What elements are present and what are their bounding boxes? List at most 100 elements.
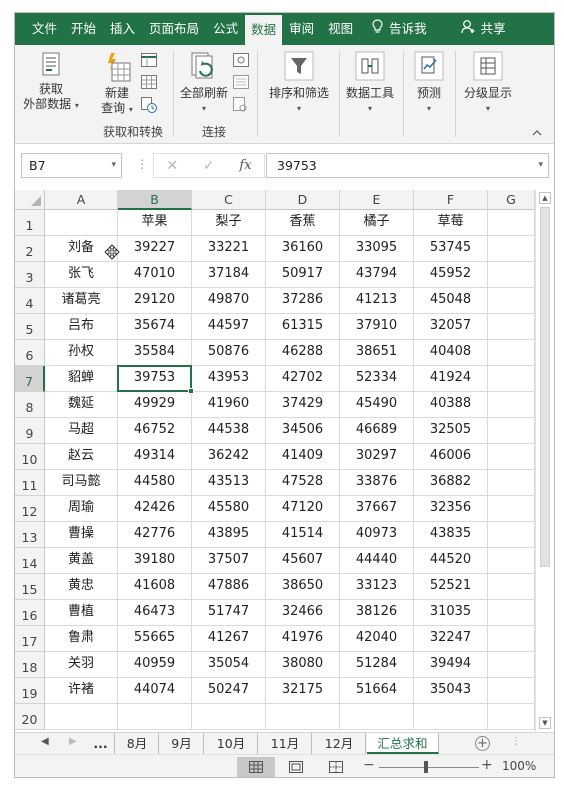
table-cell[interactable]: 46006 — [414, 444, 488, 470]
scroll-up-icon[interactable]: ▲ — [539, 192, 551, 204]
table-cell[interactable]: 37910 — [340, 314, 414, 340]
table-cell[interactable]: 41514 — [266, 522, 340, 548]
sheet-tab-dec[interactable]: 12月 — [313, 733, 366, 754]
table-cell[interactable]: 52521 — [414, 574, 488, 600]
row-header[interactable]: 18 — [15, 652, 45, 678]
table-cell[interactable]: 44520 — [414, 548, 488, 574]
row-header[interactable]: 17 — [15, 626, 45, 652]
data-tools-button[interactable]: 数据工具 ▾ — [342, 51, 398, 116]
table-cell[interactable] — [488, 470, 535, 496]
fill-handle[interactable] — [188, 388, 194, 394]
outline-button[interactable]: 分级显示 ▾ — [461, 51, 515, 116]
properties-icon[interactable] — [233, 75, 249, 92]
tab-view[interactable]: 视图 — [321, 13, 360, 45]
table-cell[interactable]: 黄忠 — [45, 574, 118, 600]
table-cell[interactable] — [488, 340, 535, 366]
tab-page-layout[interactable]: 页面布局 — [142, 13, 206, 45]
table-cell[interactable]: 46288 — [266, 340, 340, 366]
new-query-button[interactable]: 新建 查询 ▾ — [95, 51, 139, 117]
table-cell[interactable]: 45048 — [414, 288, 488, 314]
table-cell[interactable]: 39227 — [118, 236, 192, 262]
select-all-corner[interactable] — [15, 190, 45, 210]
table-cell[interactable]: 貂蝉 — [45, 366, 118, 392]
table-cell[interactable]: 41976 — [266, 626, 340, 652]
table-cell[interactable]: 44440 — [340, 548, 414, 574]
row-header[interactable]: 4 — [15, 288, 45, 314]
sheet-tab-oct[interactable]: 10月 — [205, 733, 258, 754]
table-cell[interactable] — [192, 704, 266, 730]
table-cell[interactable]: 37429 — [266, 392, 340, 418]
table-cell[interactable] — [488, 704, 535, 730]
table-cell[interactable]: 魏延 — [45, 392, 118, 418]
expand-formula-bar-icon[interactable]: ▾ — [538, 154, 543, 177]
table-cell[interactable]: 32247 — [414, 626, 488, 652]
table-cell[interactable] — [488, 496, 535, 522]
row-header[interactable]: 7 — [15, 366, 45, 392]
table-cell[interactable]: 43835 — [414, 522, 488, 548]
table-cell[interactable]: 36242 — [192, 444, 266, 470]
table-cell[interactable] — [266, 704, 340, 730]
table-cell[interactable] — [488, 600, 535, 626]
table-cell[interactable] — [45, 704, 118, 730]
edit-links-icon[interactable] — [233, 97, 249, 116]
zoom-slider-track[interactable] — [379, 767, 479, 768]
table-cell[interactable]: 周瑜 — [45, 496, 118, 522]
tab-split-grip-icon[interactable]: ⋮ — [511, 736, 521, 747]
row-header[interactable]: 13 — [15, 522, 45, 548]
table-cell[interactable] — [488, 288, 535, 314]
table-cell[interactable]: 37286 — [266, 288, 340, 314]
column-header[interactable]: B — [118, 190, 192, 210]
table-cell[interactable]: 诸葛亮 — [45, 288, 118, 314]
table-cell[interactable]: 52334 — [340, 366, 414, 392]
table-cell[interactable] — [488, 522, 535, 548]
table-cell[interactable]: 43953 — [192, 366, 266, 392]
table-cell[interactable]: 45490 — [340, 392, 414, 418]
table-cell[interactable]: 33123 — [340, 574, 414, 600]
table-cell[interactable]: 41409 — [266, 444, 340, 470]
tab-file[interactable]: 文件 — [15, 13, 64, 45]
table-cell[interactable]: 32356 — [414, 496, 488, 522]
row-header[interactable]: 11 — [15, 470, 45, 496]
table-cell[interactable]: 43895 — [192, 522, 266, 548]
row-header[interactable]: 10 — [15, 444, 45, 470]
tab-home[interactable]: 开始 — [64, 13, 103, 45]
table-cell[interactable]: 36882 — [414, 470, 488, 496]
table-cell[interactable]: 61315 — [266, 314, 340, 340]
connections-icon[interactable] — [233, 53, 249, 70]
table-cell[interactable]: 33095 — [340, 236, 414, 262]
table-cell[interactable]: 44580 — [118, 470, 192, 496]
table-cell[interactable]: 50876 — [192, 340, 266, 366]
refresh-all-button[interactable]: 全部刷新 ▾ — [175, 51, 233, 116]
table-cell[interactable]: 49314 — [118, 444, 192, 470]
table-cell[interactable]: 44074 — [118, 678, 192, 704]
table-cell[interactable]: 43794 — [340, 262, 414, 288]
table-cell[interactable]: 41608 — [118, 574, 192, 600]
table-cell[interactable]: 36160 — [266, 236, 340, 262]
table-cell[interactable]: 司马懿 — [45, 470, 118, 496]
table-cell[interactable]: 38651 — [340, 340, 414, 366]
table-cell[interactable] — [45, 210, 118, 236]
table-cell[interactable]: 香蕉 — [266, 210, 340, 236]
prev-sheet-icon[interactable]: ◀ — [41, 736, 49, 747]
table-cell[interactable]: 47528 — [266, 470, 340, 496]
table-cell[interactable]: 38650 — [266, 574, 340, 600]
row-header[interactable]: 5 — [15, 314, 45, 340]
tab-formulas[interactable]: 公式 — [206, 13, 245, 45]
tab-data[interactable]: 数据 — [245, 15, 283, 45]
table-cell[interactable]: 草莓 — [414, 210, 488, 236]
table-cell[interactable]: 35674 — [118, 314, 192, 340]
table-cell[interactable]: 关羽 — [45, 652, 118, 678]
table-cell[interactable]: 35584 — [118, 340, 192, 366]
table-cell[interactable]: 张飞 — [45, 262, 118, 288]
zoom-slider-knob[interactable] — [424, 761, 428, 773]
table-cell[interactable]: 吕布 — [45, 314, 118, 340]
table-cell[interactable] — [118, 704, 192, 730]
table-cell[interactable] — [414, 704, 488, 730]
tab-tell-me[interactable]: 告诉我 — [360, 13, 434, 45]
table-cell[interactable]: 45607 — [266, 548, 340, 574]
row-header[interactable]: 19 — [15, 678, 45, 704]
page-layout-view-button[interactable] — [277, 757, 315, 777]
table-cell[interactable]: 40973 — [340, 522, 414, 548]
table-cell[interactable] — [488, 574, 535, 600]
table-cell[interactable] — [488, 548, 535, 574]
